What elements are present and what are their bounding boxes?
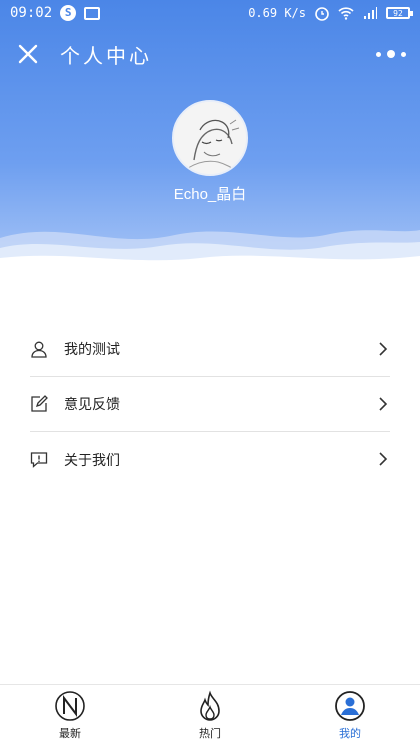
network-speed: 0.69 K/s [248,6,306,20]
tab-label: 我的 [339,727,361,740]
bottom-tab-bar: 最新 热门 我的 [0,684,420,747]
notification-s-icon: S [60,5,77,21]
tab-label: 最新 [59,727,81,740]
n-circle-icon [55,691,85,721]
avatar[interactable] [172,100,248,176]
more-dot-icon [376,51,381,57]
wifi-icon [338,7,354,20]
title-bar: 个人中心 [0,34,420,74]
edit-icon [31,395,48,412]
tab-mine[interactable]: 我的 [280,685,420,747]
avatar-sketch-icon [174,102,246,174]
flame-icon [200,690,220,721]
status-time: 09:02 [10,5,53,21]
chevron-right-icon [379,397,388,411]
tab-hot[interactable]: 热门 [140,685,280,747]
more-options-button[interactable] [376,43,406,65]
battery-icon: 92 [386,7,413,19]
menu-item-label: 我的测试 [64,342,120,358]
alarm-icon [315,7,329,21]
tab-latest[interactable]: 最新 [0,685,140,747]
page-title: 个人中心 [60,44,152,68]
menu-item-feedback[interactable]: 意见反馈 [30,377,390,432]
profile-header: 09:02 S 0.69 K/s 92 个人中心 Echo_晶白 [0,0,420,272]
menu-item-about-us[interactable]: 关于我们 [30,432,390,487]
profile-icon [335,691,365,721]
menu-item-label: 意见反馈 [64,397,120,413]
more-dot-icon [401,51,406,57]
message-alert-icon [30,451,48,468]
tab-label: 热门 [199,727,221,740]
battery-level: 92 [393,8,403,18]
menu-item-my-tests[interactable]: 我的测试 [30,322,390,377]
signal-icon [364,7,377,19]
wave-decoration [0,230,420,272]
chevron-right-icon [379,342,388,356]
chevron-right-icon [379,452,388,466]
menu-item-label: 关于我们 [64,452,120,469]
status-bar: 09:02 S 0.69 K/s 92 [0,0,420,26]
image-notification-icon [84,6,101,20]
user-icon [31,341,47,358]
more-dot-icon [387,50,395,58]
menu-list: 我的测试 意见反馈 关于我们 [30,322,390,487]
close-icon[interactable] [16,42,40,66]
